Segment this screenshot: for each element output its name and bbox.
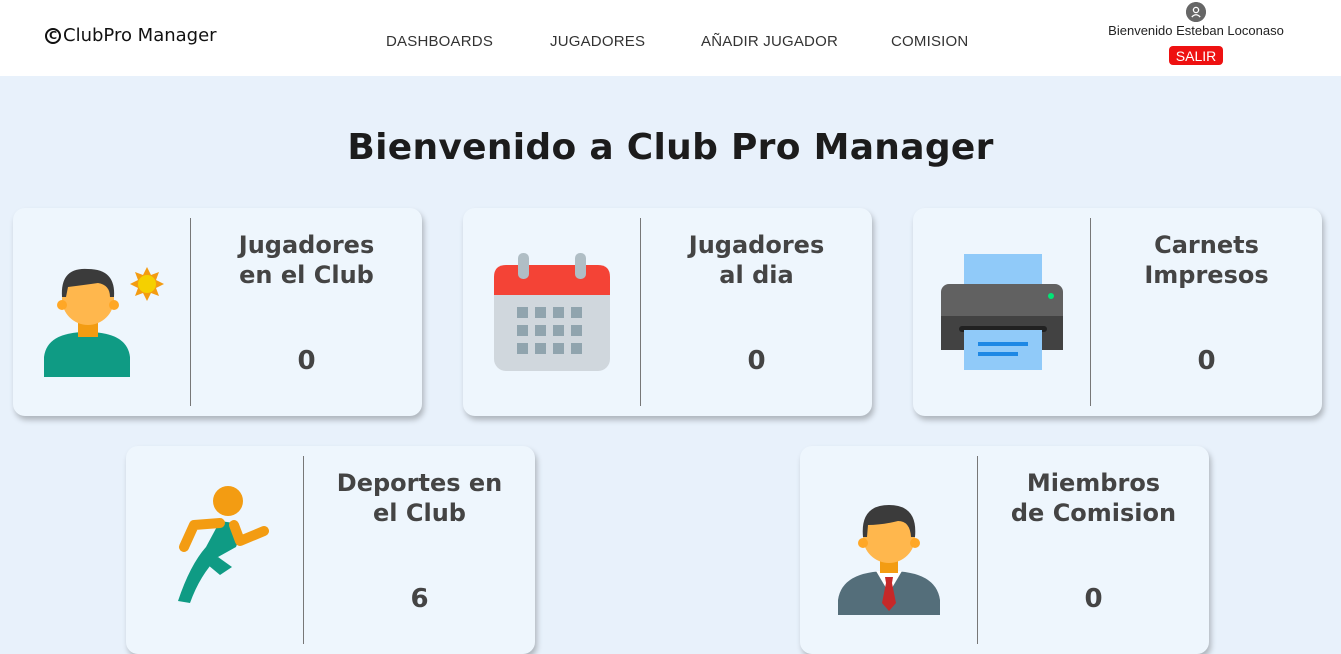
- brand-name: ClubPro Manager: [63, 25, 217, 46]
- page-title: Bienvenido a Club Pro Manager: [347, 127, 994, 168]
- card-title: Carnets Impresos: [1091, 230, 1322, 290]
- card-jugadores-al-dia[interactable]: Jugadores al dia 0: [463, 208, 872, 416]
- printer-icon: [913, 208, 1090, 416]
- card-miembros-comision[interactable]: Miembros de Comision 0: [800, 446, 1209, 654]
- user-box: Bienvenido Esteban Loconaso SALIR: [1096, 2, 1296, 66]
- card-title-line2: de Comision: [1010, 499, 1177, 527]
- logout-button[interactable]: SALIR: [1168, 46, 1224, 65]
- card-title-line1: Carnets: [1154, 231, 1259, 259]
- card-title-line2: al dia: [719, 261, 794, 289]
- runner-icon: [126, 446, 303, 654]
- card-title: Jugadores en el Club: [191, 230, 422, 290]
- card-title-line1: Miembros: [1026, 469, 1161, 497]
- card-deportes-club[interactable]: Deportes en el Club 6: [126, 446, 535, 654]
- card-title: Miembros de Comision: [978, 468, 1209, 528]
- card-title: Deportes en el Club: [304, 468, 535, 528]
- brand-logo[interactable]: C ClubPro Manager: [45, 25, 217, 46]
- nav-link-comision[interactable]: COMISION: [891, 33, 968, 50]
- card-value: 6: [410, 584, 429, 614]
- card-title-line1: Jugadores: [238, 231, 375, 259]
- card-title-line2: Impresos: [1144, 261, 1269, 289]
- card-value: 0: [297, 346, 316, 376]
- nav-link-anadir-jugador[interactable]: AÑADIR JUGADOR: [701, 33, 838, 50]
- welcome-text: Bienvenido Esteban Loconaso: [1108, 23, 1284, 38]
- card-value: 0: [1084, 584, 1103, 614]
- card-title-line2: el Club: [373, 499, 466, 527]
- card-value: 0: [1197, 346, 1216, 376]
- card-carnets-impresos[interactable]: Carnets Impresos 0: [913, 208, 1322, 416]
- card-title-line1: Deportes en: [336, 469, 503, 497]
- user-icon[interactable]: [1186, 2, 1206, 22]
- businessman-icon: [800, 446, 977, 654]
- player-sun-icon: [13, 208, 190, 416]
- nav-link-jugadores[interactable]: JUGADORES: [550, 33, 645, 50]
- card-jugadores-club[interactable]: Jugadores en el Club 0: [13, 208, 422, 416]
- nav-link-dashboards[interactable]: DASHBOARDS: [386, 33, 493, 50]
- card-title-line1: Jugadores: [688, 231, 825, 259]
- card-title-line2: en el Club: [239, 261, 374, 289]
- card-title: Jugadores al dia: [641, 230, 872, 290]
- top-navbar: C ClubPro Manager DASHBOARDS JUGADORES A…: [0, 0, 1341, 76]
- calendar-icon: [463, 208, 640, 416]
- card-value: 0: [747, 346, 766, 376]
- copyright-icon: C: [45, 27, 61, 44]
